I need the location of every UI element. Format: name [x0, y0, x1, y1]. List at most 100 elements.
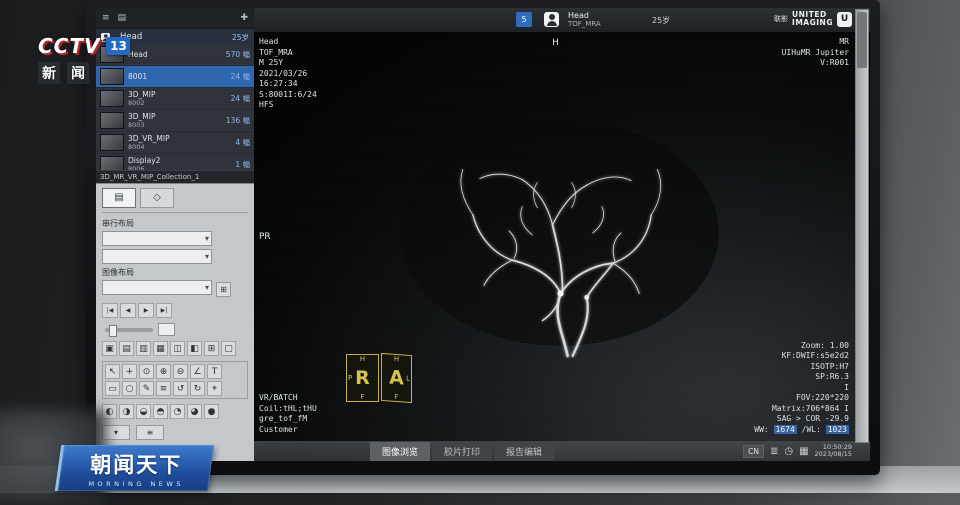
list-icon[interactable]: ≣ — [770, 446, 778, 457]
image-layout-select[interactable]: ▾ — [102, 280, 212, 295]
topbar-patient-age: 25岁 — [652, 15, 670, 26]
program-title: 朝闻天下 — [61, 449, 211, 479]
channel-caption-char: 闻 — [67, 62, 89, 84]
wl-value[interactable]: 1023 — [826, 425, 849, 434]
overlay-text-line: M 25Y — [259, 58, 317, 69]
taskbar-tab[interactable]: 图像浏览 — [370, 442, 430, 461]
overlay-text-line: SAG > COR -29.9 — [754, 414, 849, 425]
orientation-cube[interactable]: H P R F H L A F — [346, 354, 412, 402]
ww-value[interactable]: 1674 — [774, 425, 797, 434]
serial-layout-select-1[interactable]: ▾ — [102, 231, 212, 246]
palette-footer: ▾≡ — [102, 425, 248, 440]
image-layout-label: 图像布局 — [102, 267, 248, 278]
overlay-text-line: TOF_MRA — [259, 48, 317, 59]
slider-handle[interactable] — [109, 325, 117, 337]
series-image-count: 1 幅 — [235, 159, 250, 170]
tab-2d[interactable]: ▤ — [102, 188, 136, 208]
tool-icon[interactable]: ≡ — [156, 381, 171, 396]
menu-icon[interactable]: ≡ — [102, 13, 110, 23]
tool-icon[interactable]: ○ — [122, 381, 137, 396]
series-name: 3D_MIP — [128, 113, 156, 121]
tool-icon[interactable]: ◓ — [153, 404, 168, 419]
tool-icon[interactable]: ▣ — [102, 341, 117, 356]
cine-button[interactable]: ▶ — [138, 303, 154, 318]
series-image-count: 24 幅 — [231, 71, 250, 82]
series-name: Head — [128, 51, 148, 59]
chevron-down-icon: ▾ — [205, 232, 209, 245]
cine-speed-slider[interactable] — [105, 328, 153, 332]
tool-icon[interactable]: ◫ — [170, 341, 185, 356]
tool-icon[interactable]: ▢ — [221, 341, 236, 356]
cine-button[interactable]: ◀ — [120, 303, 136, 318]
cine-speed-value[interactable] — [158, 323, 175, 336]
tool-icon[interactable]: ◑ — [119, 404, 134, 419]
taskbar-tab[interactable]: 胶片打印 — [432, 442, 492, 461]
tool-icon[interactable]: ▦ — [153, 341, 168, 356]
chevron-down-icon: ▾ — [205, 250, 209, 263]
tool-icon[interactable]: ◔ — [170, 404, 185, 419]
series-item[interactable]: 3D_MIP 8003 136 幅 — [96, 110, 254, 132]
tab-3d[interactable]: ◇ — [140, 188, 174, 208]
viewer-scrollbar[interactable] — [855, 9, 869, 443]
taskbar-tab[interactable]: 报告编辑 — [494, 442, 554, 461]
tool-icon[interactable]: ↺ — [173, 381, 188, 396]
tool-icon[interactable]: ▥ — [136, 341, 151, 356]
add-icon[interactable]: ✚ — [240, 13, 248, 23]
overlay-text-line: Zoom: 1.00 — [754, 341, 849, 352]
monitor: ≡ ▤ ✚ Head 25岁 Head 570 — [86, 0, 880, 475]
tool-icon[interactable]: ◕ — [187, 404, 202, 419]
topbar-protocol: TOF_MRA — [568, 20, 601, 29]
cine-button[interactable]: |◀ — [102, 303, 118, 318]
series-image-count: 24 幅 — [231, 93, 250, 104]
tool-icon[interactable]: + — [122, 364, 137, 379]
tool-icon[interactable]: ▤ — [119, 341, 134, 356]
display-tool-row: ▣▤▥▦◫◧⊞▢ — [102, 341, 248, 356]
tool-icon[interactable]: ⊕ — [156, 364, 171, 379]
tool-icon[interactable]: ⌖ — [207, 381, 222, 396]
tool-icon[interactable]: ✎ — [139, 381, 154, 396]
overlay-text-line: I — [754, 383, 849, 394]
overlay-text-line: Matrix:706*864 I — [754, 404, 849, 415]
tool-icon[interactable]: ↖ — [105, 364, 120, 379]
layout-icon[interactable]: ▤ — [118, 13, 127, 23]
overlay-patient-info: HeadTOF_MRAM 25Y2021/03/2616:27:34S:8001… — [259, 37, 317, 111]
collection-row[interactable]: 3D_MR_VR_MIP_Collection_1 — [96, 170, 254, 183]
palette-footer-button[interactable]: ▾ — [102, 425, 130, 440]
queue-badge[interactable]: 5 — [516, 12, 532, 27]
tool-icon[interactable]: ▭ — [105, 381, 120, 396]
series-number: 8002 — [128, 99, 156, 107]
tool-icon[interactable]: ◧ — [187, 341, 202, 356]
series-item[interactable]: 3D_MIP 8002 24 幅 — [96, 88, 254, 110]
clock-icon[interactable]: ◷ — [784, 446, 793, 457]
program-banner: 朝闻天下 MORNING NEWS — [55, 445, 214, 491]
layout-grid-button[interactable]: ⊞ — [216, 282, 231, 297]
palette-footer-button[interactable]: ≡ — [136, 425, 164, 440]
language-toggle[interactable]: CN — [743, 445, 764, 458]
overlay-text-line: UIHuMR Jupiter — [782, 48, 849, 59]
palette-tabs: ▤ ◇ — [102, 188, 248, 213]
series-image-count: 136 幅 — [226, 115, 250, 126]
image-viewer[interactable]: H PR HeadTOF_MRAM 25Y2021/03/2616:27:34S… — [254, 32, 857, 441]
tool-icon[interactable]: ↻ — [190, 381, 205, 396]
tool-icon[interactable]: ⊖ — [173, 364, 188, 379]
ww-label: WW: — [754, 425, 768, 434]
channel-logo-text: CCTV — [38, 34, 100, 58]
tool-icon[interactable]: ● — [204, 404, 219, 419]
tool-icon[interactable]: ⊞ — [204, 341, 219, 356]
workstation-screen: ≡ ▤ ✚ Head 25岁 Head 570 — [96, 8, 870, 461]
vendor-logo-mark: U — [837, 12, 852, 27]
serial-layout-select-2[interactable]: ▾ — [102, 249, 212, 264]
series-item[interactable]: 3D_VR_MIP 8004 4 幅 — [96, 132, 254, 154]
tool-icon[interactable]: T — [207, 364, 222, 379]
pointer-tool-group: ↖+⊙⊕⊖∠T ▭○✎≡↺↻⌖ — [102, 361, 248, 399]
channel-number-badge: 13 — [106, 37, 130, 55]
tool-icon[interactable]: ◒ — [136, 404, 151, 419]
tool-icon[interactable]: ⊙ — [139, 364, 154, 379]
channel-logo: CCTV 13 新 闻 — [38, 34, 130, 84]
cine-button[interactable]: ▶| — [156, 303, 172, 318]
series-number: 8003 — [128, 121, 156, 129]
tool-icon[interactable]: ∠ — [190, 364, 205, 379]
overlay-text-line: 16:27:34 — [259, 79, 317, 90]
grid-icon[interactable]: ▦ — [799, 446, 808, 457]
scrollbar-handle[interactable] — [857, 12, 867, 68]
